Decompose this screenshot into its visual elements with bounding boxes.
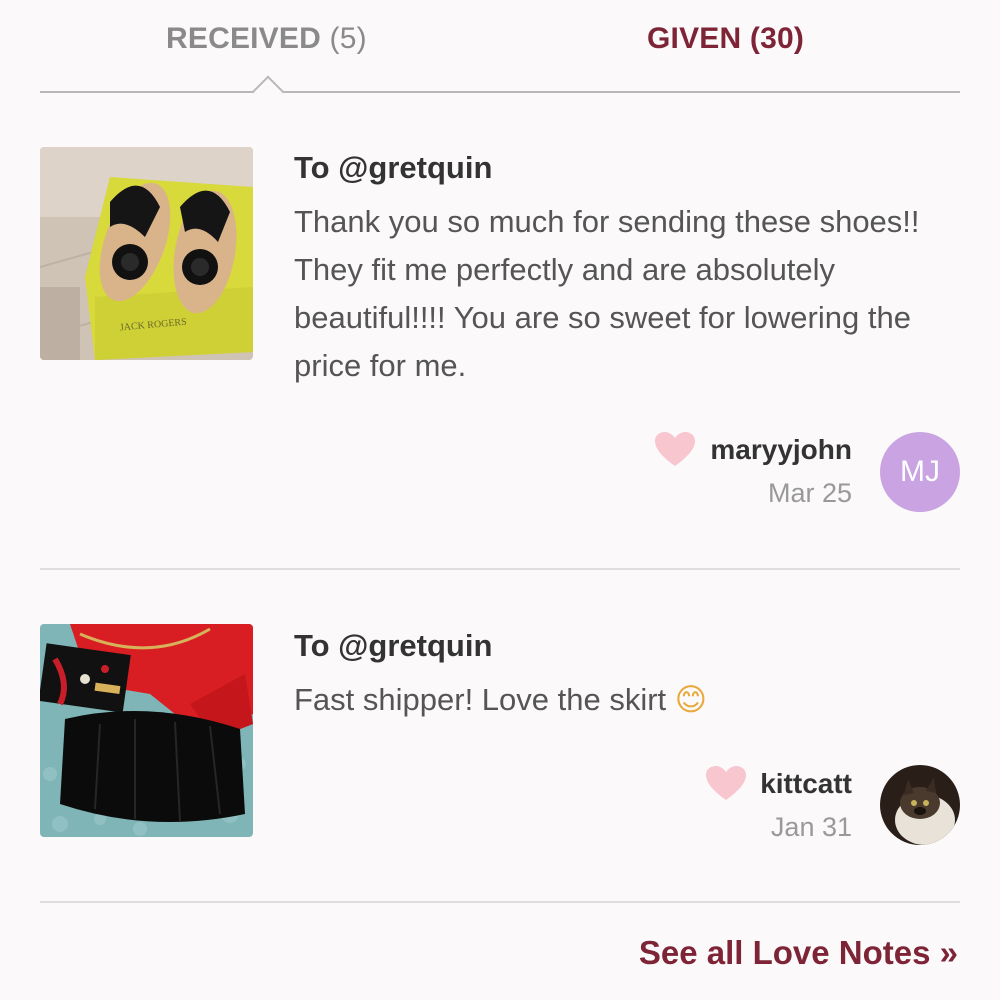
note-recipient: To @gretquin xyxy=(294,150,493,185)
note-message: Fast shipper! Love the skirt 😊 xyxy=(294,676,954,724)
tab-received-count: (5) xyxy=(329,22,367,55)
note-divider xyxy=(40,568,960,570)
note-author[interactable]: kittcatt xyxy=(760,768,852,800)
heart-icon[interactable] xyxy=(706,766,746,802)
tab-given[interactable]: GIVEN (30) xyxy=(647,22,804,56)
avatar-initials: MJ xyxy=(900,455,940,488)
note-author[interactable]: maryyjohn xyxy=(710,434,852,466)
note-date: Mar 25 xyxy=(767,478,852,508)
tab-given-label: GIVEN xyxy=(647,22,742,55)
note-thumbnail-sandals[interactable]: JACK ROGERS xyxy=(40,147,253,360)
see-all-love-notes-link[interactable]: See all Love Notes » xyxy=(639,934,958,972)
tab-given-count: (30) xyxy=(749,22,805,55)
note-divider xyxy=(40,901,960,903)
note-date: Jan 31 xyxy=(770,812,852,842)
note-thumbnail-skirt[interactable] xyxy=(40,624,253,837)
avatar[interactable] xyxy=(880,765,960,845)
tab-received[interactable]: RECEIVED (5) xyxy=(166,22,367,56)
notes-tabs: RECEIVED (5) GIVEN (30) xyxy=(0,0,1000,107)
heart-icon[interactable] xyxy=(655,432,695,468)
smiley-emoji-icon: 😊 xyxy=(674,682,708,718)
tab-received-label: RECEIVED xyxy=(166,22,321,55)
avatar[interactable]: MJ xyxy=(880,432,960,512)
note-message-text: Fast shipper! Love the skirt xyxy=(294,682,667,717)
active-tab-indicator xyxy=(252,75,284,107)
tab-underline xyxy=(40,91,960,93)
note-message: Thank you so much for sending these shoe… xyxy=(294,204,920,383)
note-recipient: To @gretquin xyxy=(294,628,493,663)
